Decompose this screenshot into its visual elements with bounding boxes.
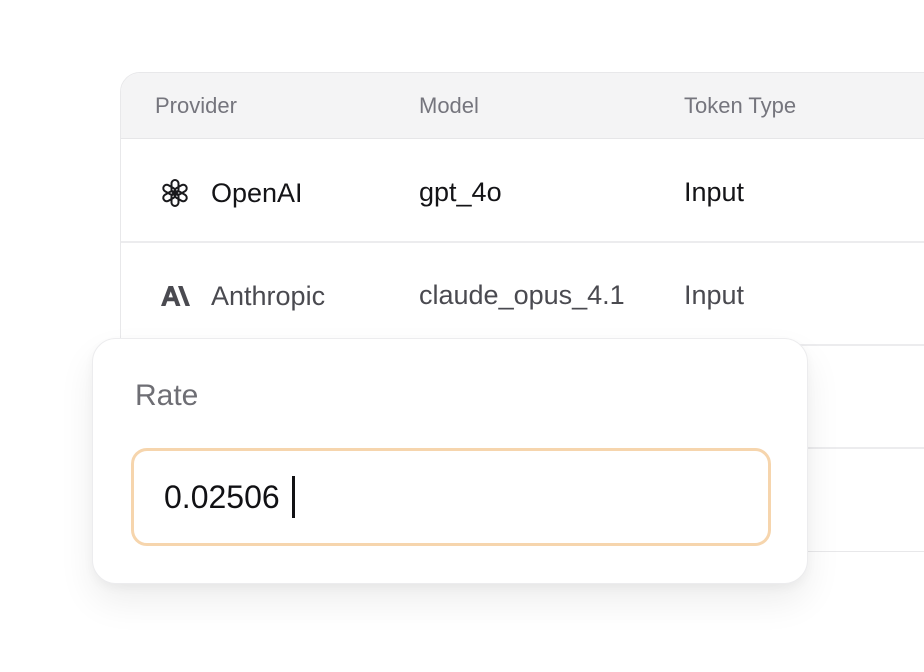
- rate-input-value: 0.02506: [164, 479, 280, 515]
- table-row[interactable]: Anthropic claude_opus_4.1 Input: [121, 243, 924, 346]
- anthropic-logo-icon: [159, 280, 191, 312]
- header-token-type: Token Type: [684, 93, 797, 118]
- header-model: Model: [419, 93, 479, 118]
- openai-logo-icon: [159, 177, 191, 209]
- model-name: gpt_4o: [419, 177, 502, 207]
- stage: Provider Model Token Type OpenAI gpt_4o …: [0, 0, 924, 672]
- text-caret: [291, 476, 295, 518]
- token-type: Input: [684, 177, 745, 207]
- model-name: claude_opus_4.1: [419, 280, 625, 310]
- rate-input[interactable]: 0.02506: [131, 448, 771, 546]
- rate-popover: Rate 0.02506: [92, 338, 808, 584]
- table-row[interactable]: OpenAI gpt_4o Input: [121, 140, 924, 243]
- provider-cell: Anthropic: [159, 280, 325, 312]
- rate-label: Rate: [135, 379, 199, 412]
- token-type: Input: [684, 280, 745, 310]
- header-provider: Provider: [155, 93, 237, 118]
- provider-name: Anthropic: [211, 281, 326, 311]
- provider-name: OpenAI: [211, 178, 303, 208]
- table-header: Provider Model Token Type: [121, 73, 924, 139]
- provider-cell: OpenAI: [159, 177, 303, 209]
